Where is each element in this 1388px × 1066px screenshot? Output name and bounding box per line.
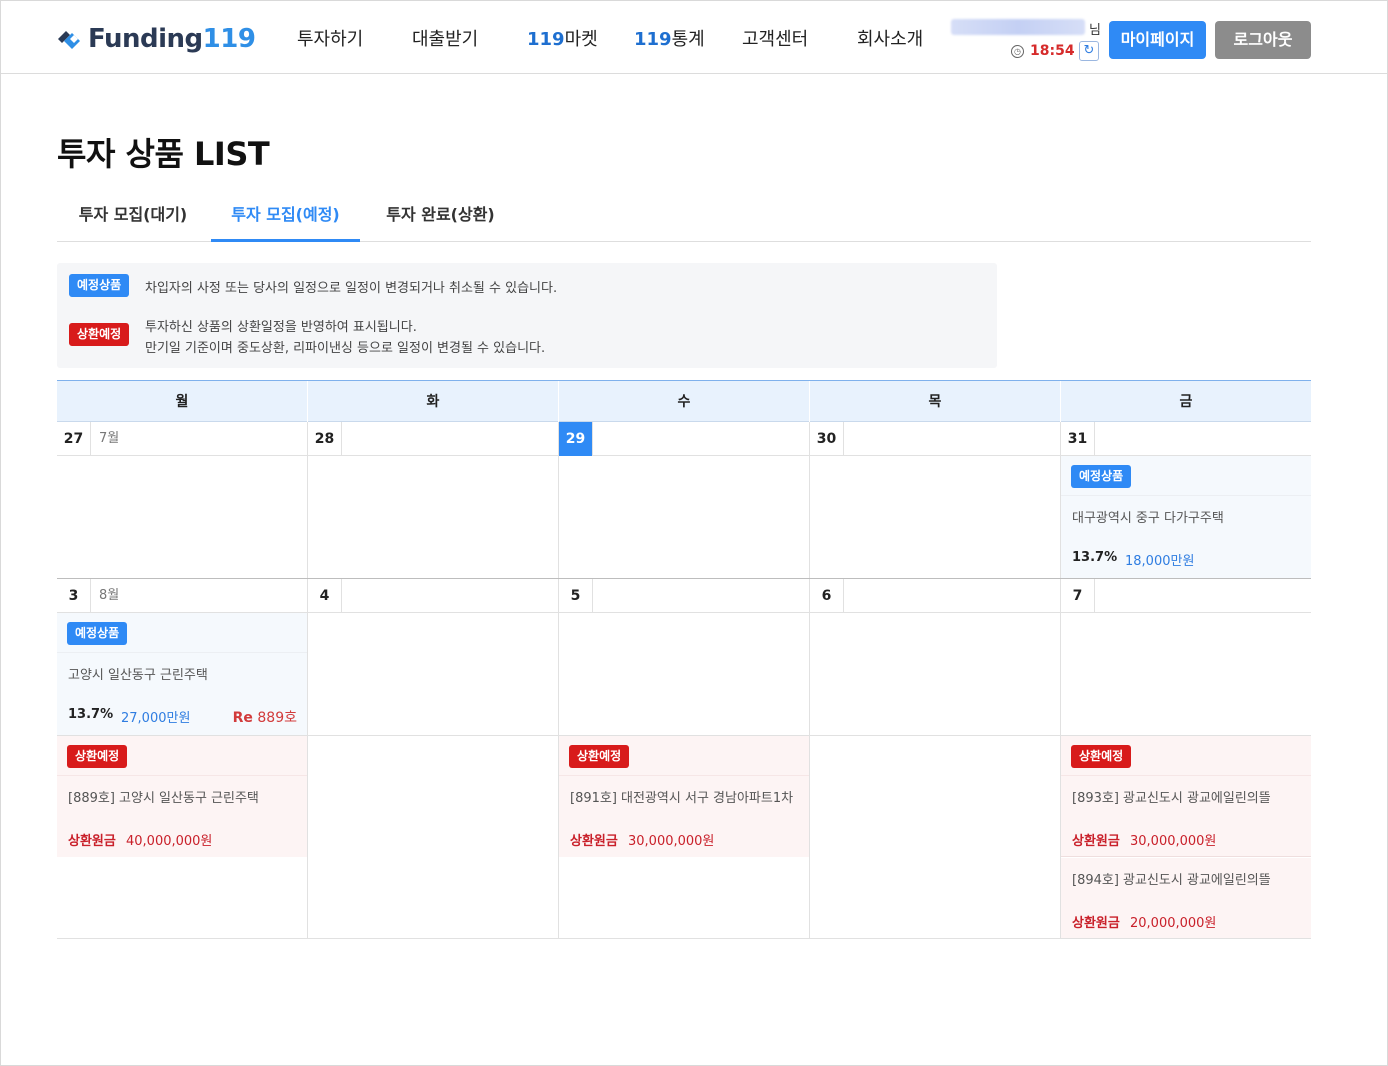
date-number: 31 bbox=[1061, 422, 1095, 456]
scheduled-product-card[interactable]: 예정상품 대구광역시 중구 다가구주택 13.7% 18,000만원 bbox=[1061, 456, 1311, 578]
principal-label: 상환원금 bbox=[570, 834, 618, 849]
repayment-card[interactable]: [894호] 광교신도시 광교에일린의뜰 상환원금 20,000,000원 bbox=[1061, 858, 1311, 938]
session-timer: 18:54 bbox=[1030, 43, 1075, 59]
date-number: 5 bbox=[559, 579, 593, 613]
date-number: 3 bbox=[57, 579, 91, 613]
product-amount: 27,000만원 bbox=[121, 711, 191, 726]
page-title: 투자 상품 LIST bbox=[57, 135, 270, 173]
nav-loan[interactable]: 대출받기 bbox=[412, 25, 478, 51]
logout-button[interactable]: 로그아웃 bbox=[1215, 21, 1311, 59]
user-session: 님 ◷ 18:54 ↻ bbox=[949, 17, 1109, 67]
mypage-button[interactable]: 마이페이지 bbox=[1109, 21, 1206, 59]
weekday-fri: 금 bbox=[1179, 394, 1193, 410]
repay-badge: 상환예정 bbox=[67, 745, 128, 768]
weekday-tue: 화 bbox=[308, 381, 559, 423]
repayment-card[interactable]: 상환예정 [893호] 광교신도시 광교에일린의뜰 상환원금 30,000,00… bbox=[1061, 736, 1311, 857]
weekday-thu: 목 bbox=[810, 381, 1061, 423]
nav-company[interactable]: 회사소개 bbox=[857, 25, 923, 51]
weekday-wed: 수 bbox=[559, 381, 810, 423]
logo-icon bbox=[58, 31, 80, 49]
repay-product-address: [889호] 고양시 일산동구 근린주택 bbox=[68, 791, 259, 806]
repayment-card[interactable]: 상환예정 [891호] 대전광역시 서구 경남아파트1차 상환원금 30,000… bbox=[559, 736, 809, 857]
month-label: 8월 bbox=[99, 588, 120, 603]
date-number: 30 bbox=[810, 422, 844, 456]
date-number: 28 bbox=[308, 422, 342, 456]
principal-label: 상환원금 bbox=[1072, 916, 1120, 931]
date-number-today: 29 bbox=[559, 422, 593, 456]
day-cell-today[interactable]: 29 bbox=[559, 422, 810, 579]
product-tabs: 투자 모집(대기) 투자 모집(예정) 투자 완료(상환) bbox=[57, 189, 1311, 242]
repay-notice-text-2: 만기일 기준이며 중도상환, 리파이낸싱 등으로 일정이 변경될 수 있습니다. bbox=[145, 341, 546, 356]
plan-notice-text: 차입자의 사정 또는 당사의 일정으로 일정이 변경되거나 취소될 수 있습니다… bbox=[145, 281, 558, 296]
principal-amount: 20,000,000원 bbox=[1130, 916, 1217, 931]
plan-badge: 예정상품 bbox=[67, 622, 128, 645]
date-number: 6 bbox=[810, 579, 844, 613]
weekday-mon: 월 bbox=[57, 381, 308, 423]
nav-invest[interactable]: 투자하기 bbox=[297, 25, 363, 51]
day-cell[interactable]: 3 8월 예정상품 고양시 일산동구 근린주택 13.7% 27,000만원 R… bbox=[57, 579, 308, 938]
refinance-product-number[interactable]: Re 889호 bbox=[233, 707, 297, 727]
product-rate: 13.7% bbox=[68, 707, 114, 722]
date-number: 27 bbox=[57, 422, 91, 456]
day-cell[interactable]: 27 7월 bbox=[57, 422, 308, 579]
day-cell[interactable]: 4 bbox=[308, 579, 559, 938]
scheduled-product-card[interactable]: 예정상품 고양시 일산동구 근린주택 13.7% 27,000만원 Re 889… bbox=[57, 613, 307, 736]
principal-label: 상환원금 bbox=[68, 834, 116, 849]
product-rate: 13.7% bbox=[1072, 550, 1118, 565]
clock-icon: ◷ bbox=[1011, 45, 1024, 58]
calendar-legend: 예정상품 차입자의 사정 또는 당사의 일정으로 일정이 변경되거나 취소될 수… bbox=[57, 263, 997, 368]
nav-market[interactable]: 119마켓 bbox=[527, 25, 598, 51]
repay-product-address: [893호] 광교신도시 광교에일린의뜰 bbox=[1072, 791, 1271, 806]
repayment-card[interactable]: 상환예정 [889호] 고양시 일산동구 근린주택 상환원금 40,000,00… bbox=[57, 736, 307, 857]
nav-customer-center[interactable]: 고객센터 bbox=[742, 25, 808, 51]
tab-scheduled[interactable]: 투자 모집(예정) bbox=[211, 189, 360, 242]
principal-amount: 30,000,000원 bbox=[628, 834, 715, 849]
plan-badge: 예정상품 bbox=[1071, 465, 1132, 488]
nav-stats[interactable]: 119통계 bbox=[634, 25, 705, 51]
date-number: 7 bbox=[1061, 579, 1095, 613]
repay-product-address: [891호] 대전광역시 서구 경남아파트1차 bbox=[570, 791, 794, 806]
product-address: 고양시 일산동구 근린주택 bbox=[68, 668, 208, 683]
day-cell[interactable]: 7 상환예정 [893호] 광교신도시 광교에일린의뜰 상환원금 30,000,… bbox=[1061, 579, 1311, 938]
date-number: 4 bbox=[308, 579, 342, 613]
repay-notice-text-1: 투자하신 상품의 상환일정을 반영하여 표시됩니다. bbox=[145, 320, 417, 335]
day-cell[interactable]: 5 상환예정 [891호] 대전광역시 서구 경남아파트1차 상환원금 30,0… bbox=[559, 579, 810, 938]
refresh-icon: ↻ bbox=[1083, 43, 1095, 58]
principal-amount: 30,000,000원 bbox=[1130, 834, 1217, 849]
user-suffix: 님 bbox=[1089, 23, 1101, 38]
user-name-redacted bbox=[951, 19, 1085, 35]
principal-amount: 40,000,000원 bbox=[126, 834, 213, 849]
repay-product-address: [894호] 광교신도시 광교에일린의뜰 bbox=[1072, 873, 1271, 888]
top-header: Funding119 투자하기 대출받기 119마켓 119통계 고객센터 회사… bbox=[1, 1, 1387, 74]
day-cell[interactable]: 6 bbox=[810, 579, 1061, 938]
product-address: 대구광역시 중구 다가구주택 bbox=[1072, 511, 1224, 526]
calendar-weekday-header: 월 화 수 목 금 bbox=[57, 380, 1311, 423]
product-amount: 18,000만원 bbox=[1125, 554, 1195, 569]
day-cell[interactable]: 28 bbox=[308, 422, 559, 579]
tab-waiting[interactable]: 투자 모집(대기) bbox=[57, 189, 209, 241]
brand-logo[interactable]: Funding119 bbox=[56, 23, 256, 55]
day-cell[interactable]: 30 bbox=[810, 422, 1061, 579]
repay-badge: 상환예정 bbox=[1071, 745, 1132, 768]
month-label: 7월 bbox=[99, 431, 120, 446]
refresh-session-button[interactable]: ↻ bbox=[1079, 41, 1099, 61]
tab-completed[interactable]: 투자 완료(상환) bbox=[362, 189, 519, 241]
logo-text: Funding119 bbox=[88, 24, 256, 54]
repay-badge: 상환예정 bbox=[569, 745, 630, 768]
repay-badge: 상환예정 bbox=[69, 323, 130, 346]
principal-label: 상환원금 bbox=[1072, 834, 1120, 849]
plan-badge: 예정상품 bbox=[69, 274, 130, 297]
day-cell[interactable]: 31 예정상품 대구광역시 중구 다가구주택 13.7% 18,000만원 bbox=[1061, 422, 1311, 579]
